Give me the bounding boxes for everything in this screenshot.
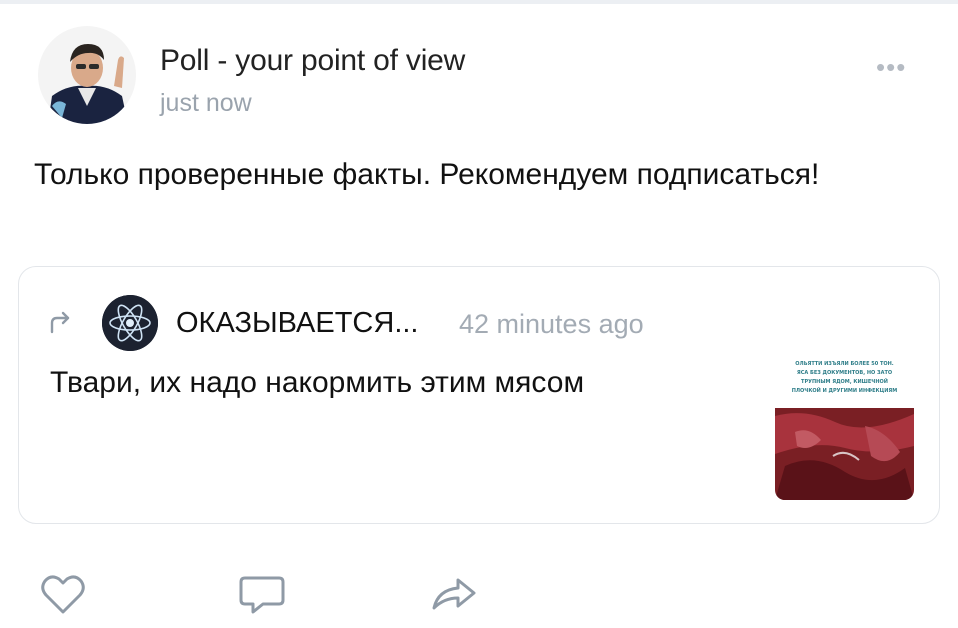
more-options-icon[interactable]: ••• — [876, 52, 906, 83]
source-avatar[interactable] — [102, 295, 158, 351]
comment-icon — [239, 576, 285, 614]
heart-icon — [41, 575, 85, 614]
share-icon — [432, 578, 476, 610]
repost-timestamp[interactable]: 42 minutes ago — [459, 309, 644, 340]
post-text: Только проверенные факты. Рекомендуем по… — [34, 158, 820, 191]
comment-button[interactable] — [237, 572, 287, 618]
repost-thumbnail[interactable]: ОЛЬЯТТИ ИЗЪЯЛИ БОЛЕЕ 50 ТОН. ЯСА БЕЗ ДОК… — [775, 356, 914, 500]
top-divider — [0, 0, 958, 4]
repost-arrow-icon — [48, 310, 72, 334]
like-button[interactable] — [38, 572, 88, 618]
repost-text: Твари, их надо накормить этим мясом — [50, 366, 585, 399]
source-name[interactable]: ОКАЗЫВАЕТСЯ... — [176, 307, 419, 340]
author-avatar[interactable] — [38, 26, 136, 124]
share-button[interactable] — [428, 572, 478, 618]
post-timestamp[interactable]: just now — [160, 89, 252, 118]
thumbnail-caption: ОЛЬЯТТИ ИЗЪЯЛИ БОЛЕЕ 50 ТОН. ЯСА БЕЗ ДОК… — [791, 361, 898, 394]
post-author-name[interactable]: Poll - your point of view — [160, 44, 465, 78]
